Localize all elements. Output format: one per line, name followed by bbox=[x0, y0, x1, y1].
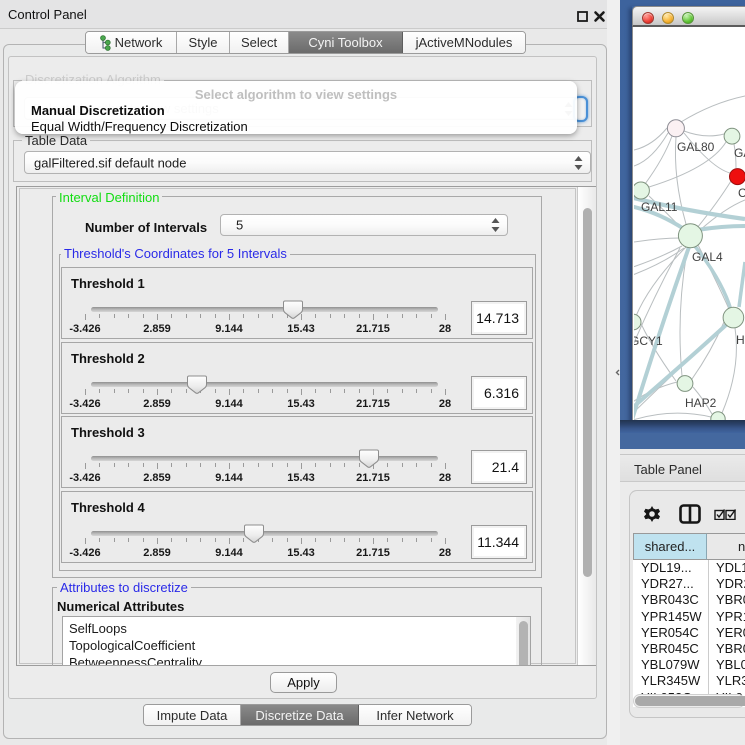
svg-text:HAP2: HAP2 bbox=[685, 396, 717, 410]
svg-text:GAL4: GAL4 bbox=[692, 250, 723, 264]
svg-text:GAL11: GAL11 bbox=[641, 200, 678, 214]
svg-text:GCY1: GCY1 bbox=[634, 334, 663, 348]
svg-text:H: H bbox=[736, 333, 745, 347]
svg-text:GA: GA bbox=[734, 146, 745, 160]
svg-text:GAL80: GAL80 bbox=[677, 140, 715, 154]
svg-text:C: C bbox=[738, 186, 745, 200]
